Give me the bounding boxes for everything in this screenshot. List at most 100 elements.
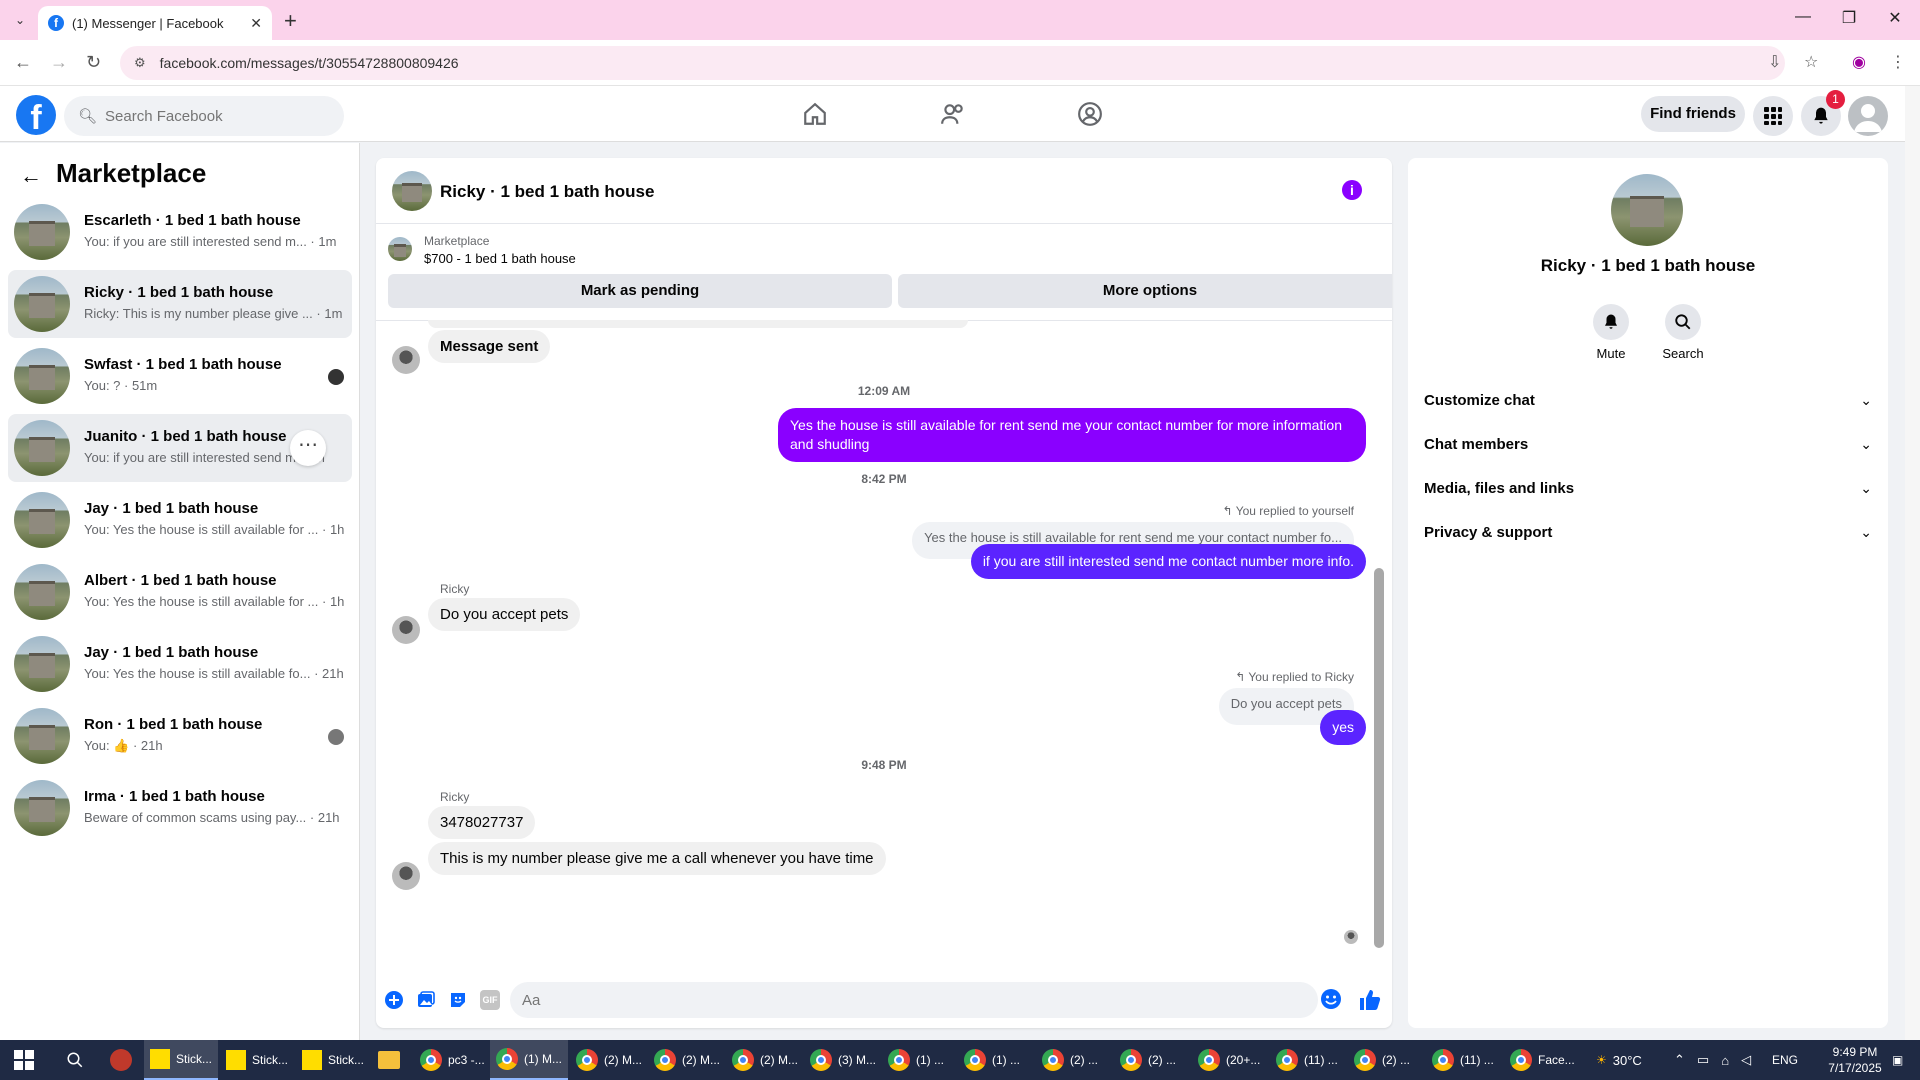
gif-icon[interactable]: GIF (480, 990, 500, 1010)
conversation-preview: You: if you are still interested send m.… (84, 234, 337, 249)
media-files-links-section[interactable]: Media, files and links ⌄ (1424, 470, 1872, 506)
marketplace-sidebar: ← Marketplace Escarleth · 1 bed 1 bath h… (0, 143, 360, 1040)
page-scrollbar[interactable] (1905, 86, 1920, 1040)
more-options-button[interactable]: More options (898, 274, 1392, 308)
back-arrow-icon[interactable]: ← (20, 163, 42, 189)
taskbar-item[interactable]: (3) M... (804, 1040, 882, 1080)
taskbar-item[interactable]: (1) ... (882, 1040, 950, 1080)
restore-button[interactable]: ❐ (1826, 8, 1872, 28)
conversation-item[interactable]: Juanito · 1 bed 1 bath house You: if you… (8, 414, 352, 482)
search-input[interactable] (105, 107, 316, 125)
language-indicator[interactable]: ENG (1772, 1040, 1798, 1080)
home-icon[interactable] (795, 96, 835, 132)
bell-icon (1814, 107, 1828, 124)
mute-button[interactable]: Mute (1581, 304, 1641, 361)
house-avatar (14, 420, 70, 476)
conversation-item[interactable]: Ron · 1 bed 1 bath house You: 👍 · 21h (8, 702, 352, 770)
customize-chat-section[interactable]: Customize chat ⌄ (1424, 382, 1872, 418)
chat-scrollbar[interactable] (1374, 328, 1384, 956)
emoji-icon[interactable] (1320, 988, 1342, 1010)
search-taskbar-icon[interactable] (60, 1040, 90, 1080)
profile-icon[interactable]: ◉ (1852, 52, 1866, 72)
clock[interactable]: 9:49 PM 7/17/2025 (1820, 1044, 1890, 1076)
back-icon[interactable]: ← (14, 52, 32, 73)
listing-price[interactable]: $700 - 1 bed 1 bath house (424, 251, 576, 266)
facebook-logo-icon[interactable]: f (16, 95, 56, 137)
profile-circle-icon[interactable] (1070, 96, 1110, 132)
close-window-button[interactable]: ✕ (1872, 8, 1918, 28)
house-avatar[interactable] (1611, 174, 1683, 246)
minimize-button[interactable]: — (1780, 8, 1826, 26)
house-avatar[interactable] (392, 171, 432, 211)
taskbar-item[interactable]: (2) M... (648, 1040, 726, 1080)
taskbar-item[interactable]: (2) ... (1114, 1040, 1182, 1080)
notification-center-icon[interactable]: ▣ (1892, 1040, 1903, 1080)
facebook-search[interactable]: 🔍︎ (64, 96, 344, 136)
sticker-icon[interactable] (448, 990, 468, 1010)
notifications-button[interactable]: 1 (1801, 90, 1845, 136)
chevron-down-icon: ⌄ (1860, 391, 1872, 408)
browser-tab-bar: ⌄ f (1) Messenger | Facebook ✕ + — ❐ ✕ (0, 0, 1920, 40)
sidebar-title: Marketplace (56, 158, 207, 188)
taskbar-item[interactable]: (2) M... (726, 1040, 804, 1080)
taskbar-item[interactable]: (2) M... (570, 1040, 648, 1080)
conversation-item[interactable]: Escarleth · 1 bed 1 bath house You: if y… (8, 198, 352, 266)
conversation-item[interactable]: Swfast · 1 bed 1 bath house You: ? · 51m (8, 342, 352, 410)
photo-icon[interactable] (416, 990, 436, 1010)
ricky-avatar (392, 862, 420, 890)
conversation-item[interactable]: Irma · 1 bed 1 bath house Beware of comm… (8, 774, 352, 842)
site-info-icon[interactable]: ⚙ (134, 55, 146, 71)
taskbar-item[interactable]: Stick... (296, 1040, 370, 1080)
search-button[interactable]: Search (1653, 304, 1713, 361)
weather-widget[interactable]: ☀ 30°C (1596, 1040, 1642, 1080)
menu-grid-icon[interactable] (1753, 96, 1793, 136)
outgoing-message: if you are still interested send me cont… (970, 544, 1366, 579)
taskbar-item[interactable]: (2) ... (1036, 1040, 1104, 1080)
taskbar-item[interactable]: (20+... (1192, 1040, 1266, 1080)
install-app-icon[interactable]: ⇩ (1768, 52, 1781, 72)
app-taskbar-icon[interactable] (104, 1040, 138, 1080)
taskbar-item[interactable]: (2) ... (1348, 1040, 1416, 1080)
friends-icon[interactable] (933, 96, 973, 132)
chat-members-section[interactable]: Chat members ⌄ (1424, 426, 1872, 462)
message-list: Message sent 12:09 AM Yes the house is s… (376, 320, 1392, 962)
conversation-item[interactable]: Jay · 1 bed 1 bath house You: Yes the ho… (8, 486, 352, 554)
reload-icon[interactable]: ↻ (86, 52, 101, 73)
new-tab-button[interactable]: + (284, 8, 297, 34)
mark-as-pending-button[interactable]: Mark as pending (388, 274, 892, 308)
file-explorer-icon[interactable] (372, 1040, 406, 1080)
more-options-icon[interactable]: ⋯ (290, 430, 326, 466)
taskbar-item[interactable]: Face... (1504, 1040, 1581, 1080)
taskbar-item[interactable]: (1) ... (958, 1040, 1026, 1080)
find-friends-button[interactable]: Find friends (1641, 96, 1745, 132)
listing-thumbnail[interactable] (388, 237, 412, 261)
taskbar-item[interactable]: (1) M... (490, 1040, 568, 1080)
taskbar-item[interactable]: (11) ... (1426, 1040, 1500, 1080)
browser-menu-icon[interactable]: ⋮ (1890, 52, 1906, 72)
plus-circle-icon[interactable] (384, 990, 404, 1010)
taskbar-item[interactable]: Stick... (144, 1040, 219, 1080)
scroll-thumb[interactable] (1374, 568, 1384, 948)
start-button[interactable] (8, 1040, 40, 1080)
address-bar[interactable]: ⚙ facebook.com/messages/t/30554728800809… (120, 46, 1785, 80)
system-tray[interactable]: ⌃ ▭ ⌂ ◁ (1674, 1040, 1751, 1080)
taskbar-item[interactable]: (11) ... (1270, 1040, 1344, 1080)
bookmark-star-icon[interactable]: ☆ (1804, 52, 1818, 72)
conversation-name: Juanito · 1 bed 1 bath house (84, 428, 287, 445)
conversation-item-active[interactable]: Ricky · 1 bed 1 bath house Ricky: This i… (8, 270, 352, 338)
conversation-item[interactable]: Albert · 1 bed 1 bath house You: Yes the… (8, 558, 352, 626)
taskbar-item[interactable]: Stick... (220, 1040, 294, 1080)
info-icon[interactable]: i (1342, 180, 1362, 200)
privacy-support-section[interactable]: Privacy & support ⌄ (1424, 514, 1872, 550)
conversation-item[interactable]: Jay · 1 bed 1 bath house You: Yes the ho… (8, 630, 352, 698)
account-avatar[interactable] (1848, 96, 1888, 136)
chat-title[interactable]: Ricky · 1 bed 1 bath house (440, 182, 654, 202)
thumbs-up-icon[interactable] (1358, 988, 1382, 1012)
search-icon: 🔍︎ (78, 108, 98, 125)
message-input[interactable] (510, 982, 1318, 1018)
taskbar-item[interactable]: pc3 -... (414, 1040, 491, 1080)
tab-list-button[interactable]: ⌄ (10, 10, 30, 30)
tab-close-icon[interactable]: ✕ (250, 15, 262, 32)
forward-icon[interactable]: → (50, 52, 68, 73)
browser-tab-active[interactable]: f (1) Messenger | Facebook ✕ (38, 6, 272, 40)
